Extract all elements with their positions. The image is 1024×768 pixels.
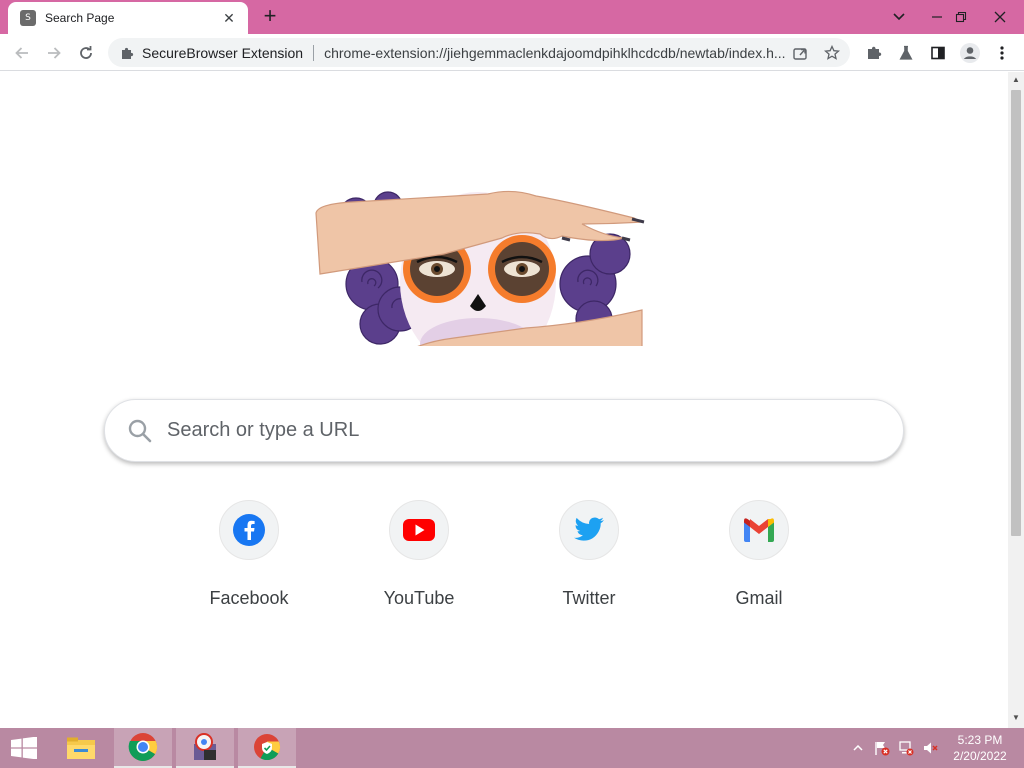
taskbar-securebrowser[interactable] — [238, 728, 296, 768]
shortcut-label: Facebook — [209, 588, 289, 608]
extension-label: SecureBrowser Extension — [142, 44, 304, 61]
browser-toolbar: SecureBrowser Extension chrome-extension… — [0, 34, 1024, 71]
file-explorer-icon — [67, 737, 95, 759]
start-button[interactable] — [0, 728, 48, 768]
scroll-down-arrow-icon[interactable]: ▼ — [1012, 714, 1020, 722]
forward-button[interactable] — [41, 40, 67, 66]
twitter-icon — [574, 517, 604, 541]
action-center-flag-icon[interactable] — [872, 728, 892, 768]
search-icon — [128, 419, 152, 442]
browser-titlebar: S Search Page ✕ + — [0, 0, 1024, 34]
shortcut-twitter-tile — [559, 500, 619, 560]
reload-button[interactable] — [73, 40, 99, 66]
back-button[interactable] — [9, 40, 35, 66]
sugar-skull-hero-image — [315, 190, 645, 346]
gmail-icon — [744, 518, 774, 542]
puzzle-icon — [122, 47, 134, 59]
profile-avatar-icon[interactable] — [957, 40, 983, 66]
shortcut-twitter[interactable]: Twitter — [529, 500, 649, 620]
minimize-button[interactable] — [924, 0, 950, 34]
search-input[interactable]: Search or type a URL — [167, 419, 359, 442]
close-window-button[interactable] — [976, 0, 1024, 34]
securebrowser-icon — [254, 734, 281, 761]
scroll-up-arrow-icon[interactable]: ▲ — [1012, 76, 1020, 84]
shortcut-facebook[interactable]: Facebook — [189, 500, 309, 620]
facebook-icon — [233, 514, 265, 546]
tab-favicon-icon: S — [20, 10, 36, 26]
taskbar-file-explorer[interactable] — [52, 728, 110, 768]
url-text[interactable]: chrome-extension://jiehgemmaclenkdajoomd… — [324, 45, 794, 61]
tray-expand-icon[interactable] — [850, 728, 866, 768]
shortcut-label: Gmail — [735, 588, 783, 608]
shortcut-gmail-tile — [729, 500, 789, 560]
youtube-icon — [403, 519, 435, 541]
scroll-thumb[interactable] — [1011, 90, 1021, 536]
shortcut-gmail[interactable]: Gmail — [699, 500, 819, 620]
tab-close-icon[interactable]: ✕ — [220, 10, 238, 27]
bookmark-star-icon[interactable] — [822, 43, 842, 63]
tab-search-page[interactable]: S Search Page ✕ — [8, 2, 248, 34]
shortcut-label: Twitter — [562, 588, 616, 608]
url-divider — [313, 44, 315, 61]
volume-muted-icon[interactable] — [920, 728, 940, 768]
taskbar-chrome[interactable] — [114, 728, 172, 768]
side-panel-icon[interactable] — [925, 40, 951, 66]
restore-button[interactable] — [948, 0, 974, 34]
tab-search-chevron-icon[interactable] — [886, 0, 912, 34]
windows-logo-icon — [11, 737, 37, 759]
shortcut-youtube-tile — [389, 500, 449, 560]
extension-chip[interactable]: SecureBrowser Extension — [120, 45, 303, 61]
search-bar[interactable]: Search or type a URL — [104, 399, 904, 462]
shortcut-label: YouTube — [383, 588, 455, 608]
page-scrollbar[interactable]: ▲ ▼ — [1008, 72, 1024, 728]
share-icon[interactable] — [790, 43, 810, 63]
tab-title: Search Page — [45, 11, 115, 25]
chrome-icon — [128, 733, 158, 761]
installer-icon — [194, 733, 216, 760]
taskbar-installer[interactable] — [176, 728, 234, 768]
lab-flask-icon[interactable] — [893, 40, 919, 66]
menu-kebab-icon[interactable] — [989, 40, 1015, 66]
new-tab-button[interactable]: + — [258, 5, 282, 29]
omnibox[interactable]: SecureBrowser Extension chrome-extension… — [108, 38, 850, 67]
clock-time: 5:23 PM — [957, 733, 1003, 747]
windows-taskbar: 5:23 PM 2/20/2022 — [0, 728, 1024, 768]
extensions-puzzle-icon[interactable] — [861, 40, 887, 66]
system-clock[interactable]: 5:23 PM 2/20/2022 — [940, 732, 1020, 764]
clock-date: 2/20/2022 — [953, 749, 1007, 763]
shortcut-facebook-tile — [219, 500, 279, 560]
shortcut-youtube[interactable]: YouTube — [359, 500, 479, 620]
network-icon[interactable] — [896, 728, 916, 768]
